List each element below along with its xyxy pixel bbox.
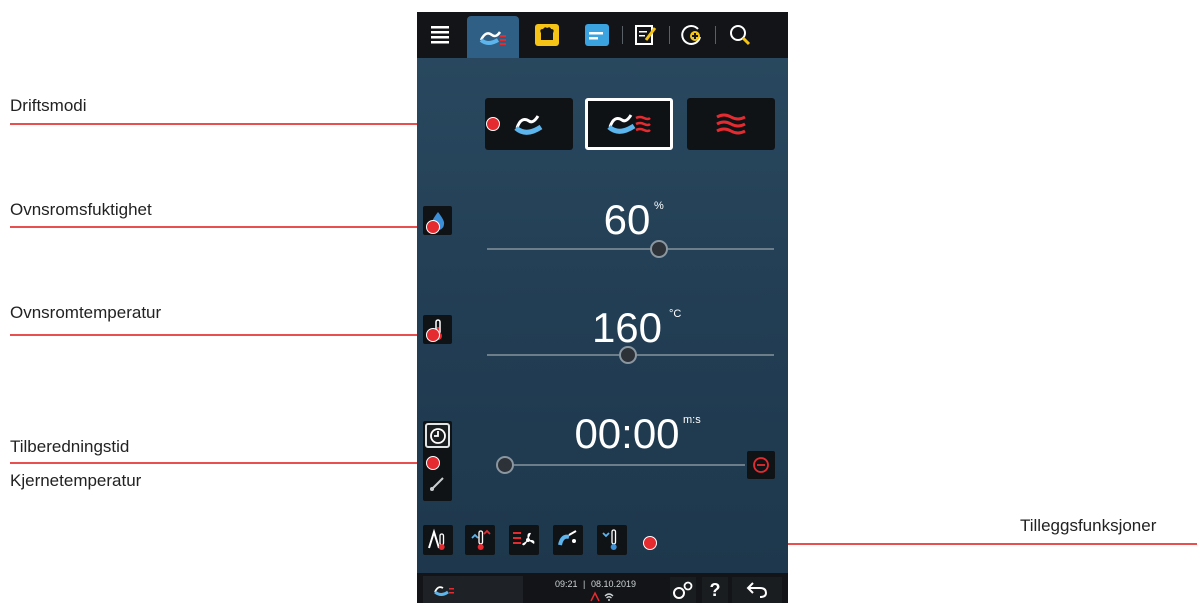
continuous-mode-button[interactable]: [747, 451, 775, 479]
steam-icon: [479, 31, 506, 45]
temperature-slider-handle[interactable]: [618, 346, 637, 364]
delta-t-cooking-button[interactable]: [423, 525, 453, 555]
settings-button[interactable]: [670, 577, 696, 603]
label-core-temperature: Kjernetemperatur: [10, 471, 142, 490]
menu-icon[interactable]: [425, 16, 455, 54]
timer-icon: [429, 427, 446, 444]
fan-icon: [513, 532, 535, 546]
dry-heat-icon: [716, 113, 746, 135]
temperature-step-button[interactable]: [465, 525, 495, 555]
cool-down-button[interactable]: [597, 525, 627, 555]
humidity-slider-track[interactable]: [487, 248, 774, 250]
label-cabinet-temperature: Ovnsromtemperatur: [10, 303, 162, 322]
temperature-unit: °C: [669, 308, 682, 320]
help-button[interactable]: ?: [702, 577, 728, 603]
active-mode-indicator[interactable]: [423, 576, 523, 603]
mode-dry-heat-button[interactable]: [687, 98, 775, 150]
tab-separator: [669, 26, 670, 44]
line-cabinet-humidity: [10, 226, 433, 228]
steam-humidify-icon: [558, 530, 577, 546]
core-probe-icon: [429, 476, 444, 491]
humidify-button[interactable]: [553, 525, 583, 555]
humidity-slider-handle[interactable]: [650, 240, 669, 258]
line-cabinet-temperature: [10, 334, 433, 336]
time-slider-handle[interactable]: [496, 456, 514, 474]
label-operating-modes: Driftsmodi: [10, 96, 87, 115]
search-icon[interactable]: [723, 16, 757, 54]
infinity-timer-icon: [753, 457, 769, 473]
status-time: 09:21: [555, 579, 578, 589]
core-temperature-button[interactable]: [423, 468, 452, 497]
fan-speed-button[interactable]: [509, 525, 539, 555]
line-cooking-time: [10, 462, 433, 464]
tab-combi-steamer[interactable]: [467, 16, 519, 58]
top-navigation-bar: [417, 12, 788, 58]
combi-steam-heat-icon: [607, 114, 651, 134]
marker-cabinet-temperature: [426, 328, 440, 342]
tab-separator: [622, 26, 623, 44]
humidity-unit: %: [654, 200, 664, 212]
oven-control-screen: 60 % 160 °C 00:00 m:s 09:21 | 08.10.2019…: [417, 12, 788, 603]
status-date: 08.10.2019: [591, 579, 637, 589]
marker-operating-modes: [486, 117, 500, 131]
marker-additional-functions: [643, 536, 657, 550]
label-cooking-time: Tilberedningstid: [10, 437, 130, 456]
tab-chef-icon[interactable]: [527, 16, 567, 54]
connectivity-icons: [590, 591, 614, 602]
tab-programs-icon[interactable]: [577, 16, 617, 54]
back-arrow-icon: [746, 582, 768, 598]
label-cabinet-humidity: Ovnsromsfuktighet: [10, 200, 152, 219]
label-additional-functions: Tilleggsfunksjoner: [1020, 516, 1157, 535]
time-slider-track[interactable]: [505, 464, 745, 466]
thermometer-arrows-icon: [471, 529, 491, 550]
mode-combi-button[interactable]: [585, 98, 673, 150]
back-button[interactable]: [732, 577, 782, 603]
settings-gears-icon: [673, 581, 693, 599]
steam-icon: [514, 115, 543, 135]
cooking-time-button[interactable]: [425, 423, 450, 448]
time-unit: m:s: [683, 414, 701, 426]
thermometer-cool-icon: [602, 529, 617, 550]
tab-edit-icon[interactable]: [629, 16, 663, 54]
delta-thermometer-icon: [428, 528, 445, 550]
temperature-value: 160: [591, 304, 663, 351]
time-value: 00:00: [574, 410, 680, 457]
status-separator: |: [583, 579, 586, 589]
marker-cooking-time: [426, 456, 440, 470]
tab-separator: [715, 26, 716, 44]
marker-cabinet-humidity: [426, 220, 440, 234]
steam-icon: [434, 586, 454, 596]
tab-connect-icon[interactable]: [675, 16, 709, 54]
